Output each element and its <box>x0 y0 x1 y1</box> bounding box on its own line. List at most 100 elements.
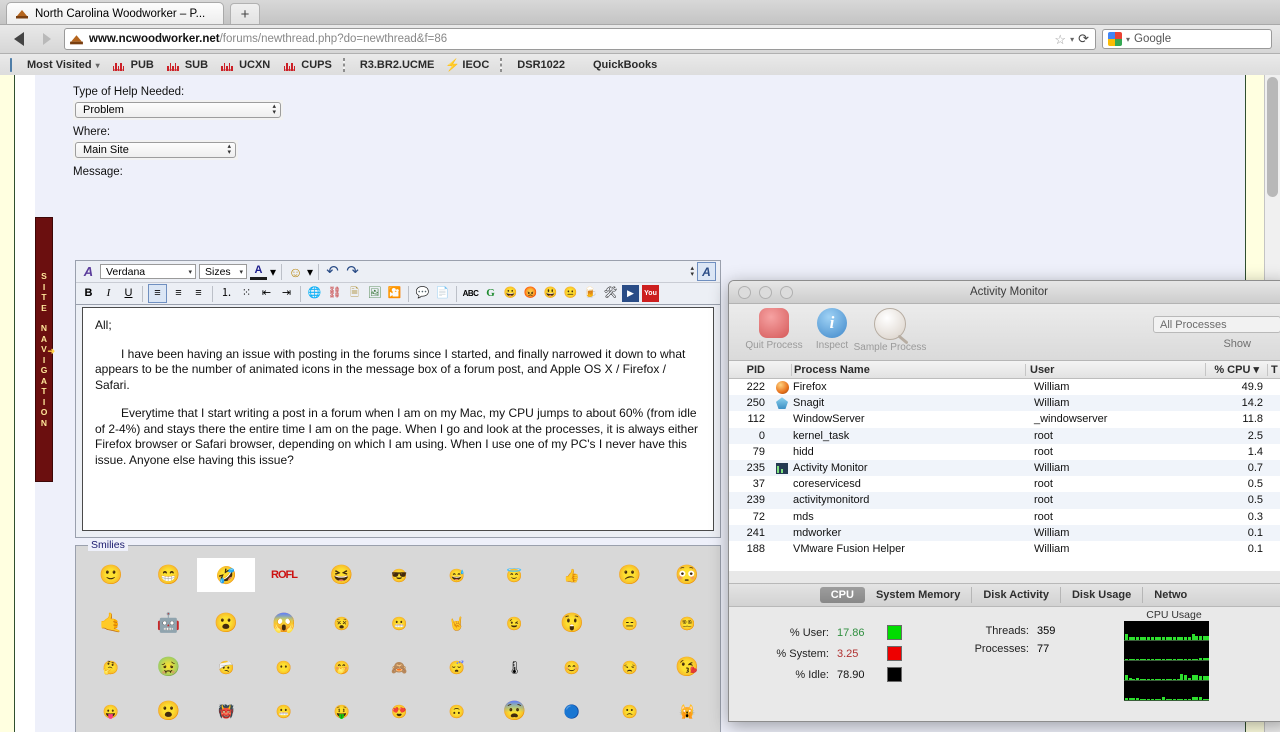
redo-button[interactable]: ↷ <box>344 263 361 280</box>
insert-code-button[interactable]: 📄 <box>434 285 451 302</box>
bold-button[interactable]: B <box>80 285 97 302</box>
smilie-embarrassed[interactable]: 😳 <box>674 562 700 588</box>
new-tab-button[interactable]: + <box>230 3 260 24</box>
smilie-confused-blue[interactable]: 😕 <box>617 562 643 588</box>
smilie-set-1-button[interactable]: 😀 <box>502 285 519 302</box>
smilie-love[interactable]: 😍 <box>386 698 412 724</box>
smilie-green-face[interactable]: 🤑 <box>329 698 355 724</box>
smilie-laugh[interactable]: 😆 <box>329 562 355 588</box>
close-icon[interactable] <box>738 286 751 299</box>
smilie-angel[interactable]: 😇 <box>501 562 527 588</box>
insert-video-button[interactable]: 🎦 <box>386 285 403 302</box>
address-bar[interactable]: www.ncwoodworker.net/forums/newthread.ph… <box>64 28 1096 50</box>
smilie-set-6-button[interactable]: 🛠 <box>602 285 619 302</box>
indent-button[interactable]: ⇥ <box>278 285 295 302</box>
font-size-select[interactable]: Sizes ▾ <box>199 264 247 279</box>
google-button[interactable]: G <box>482 285 499 302</box>
column-header-pid[interactable]: PID <box>729 364 773 376</box>
font-family-select[interactable]: Verdana ▾ <box>100 264 196 279</box>
font-color-button[interactable]: A <box>250 263 267 280</box>
unordered-list-button[interactable]: ⁙ <box>238 285 255 302</box>
smilie-rock-on[interactable]: 🤘 <box>444 610 470 636</box>
bookmark-star-icon[interactable]: ☆ <box>1054 33 1066 46</box>
smilie-set-4-button[interactable]: 😐 <box>562 285 579 302</box>
process-row[interactable]: 112 WindowServer _windowserver 11.8 <box>729 411 1280 427</box>
bookmark-sub[interactable]: cisco SUB <box>161 58 212 72</box>
tab-system-memory[interactable]: System Memory <box>865 587 973 603</box>
insert-image-button[interactable]: 🖼 <box>366 285 383 302</box>
align-right-button[interactable]: ≡ <box>190 285 207 302</box>
sample-process-button[interactable]: Sample Process <box>853 308 927 353</box>
bookmark-quickbooks[interactable]: QuickBooks <box>572 58 661 73</box>
browser-tab[interactable]: North Carolina Woodworker – P... <box>6 2 224 24</box>
smilie-bonk[interactable]: 🤕 <box>213 654 239 680</box>
smilie-sick-green[interactable]: 🤢 <box>155 654 181 680</box>
spellcheck-button[interactable]: ABC <box>462 285 479 302</box>
smilie-blue-shock[interactable]: 😮 <box>213 610 239 636</box>
bookmark-most-visited[interactable]: Most Visited ▾ <box>6 57 104 73</box>
process-row[interactable]: 79 hidd root 1.4 <box>729 444 1280 460</box>
font-color-caret-icon[interactable]: ▾ <box>270 265 276 279</box>
where-select[interactable]: Main Site ▴ ▾ <box>75 142 236 158</box>
smilie-shocked-cat[interactable]: 🙀 <box>674 698 700 724</box>
forward-button[interactable] <box>36 28 58 50</box>
tab-disk-activity[interactable]: Disk Activity <box>972 587 1061 603</box>
smilie-shaking[interactable]: 😵‍💫 <box>674 610 700 636</box>
undo-button[interactable]: ↶ <box>324 263 341 280</box>
back-button[interactable] <box>8 28 30 50</box>
smilie-oops[interactable]: 🤭 <box>329 654 355 680</box>
align-center-button[interactable]: ≡ <box>170 285 187 302</box>
outdent-button[interactable]: ⇤ <box>258 285 275 302</box>
bookmark-r3br2ucme[interactable]: R3.BR2.UCME <box>339 57 439 73</box>
smilie-rofl-text[interactable]: ROFL <box>271 562 298 588</box>
smilie-happy-blue[interactable]: 😊 <box>559 654 585 680</box>
bookmark-ieoc[interactable]: ⚡ IEOC <box>441 58 493 73</box>
smilie-kiss-pink[interactable]: 😘 <box>674 654 700 680</box>
search-bar[interactable]: ▾ Google <box>1102 29 1272 49</box>
smilie-caret-icon[interactable]: ▾ <box>307 265 313 279</box>
activity-monitor-titlebar[interactable]: Activity Monitor <box>729 281 1280 304</box>
zoom-icon[interactable] <box>780 286 793 299</box>
wysiwyg-toggle-button[interactable]: A <box>697 262 716 281</box>
editor-resize-stepper[interactable]: ▴ ▾ <box>690 265 694 278</box>
message-textarea[interactable]: All; I have been having an issue with po… <box>82 307 714 531</box>
play-media-button[interactable]: ▶ <box>622 285 639 302</box>
align-left-button[interactable]: ≡ <box>148 284 167 303</box>
smilie-gasp-pink[interactable]: 😮 <box>155 698 181 724</box>
process-row[interactable]: 235 Activity Monitor William 0.7 <box>729 459 1280 477</box>
bookmark-pub[interactable]: cisco PUB <box>107 58 158 72</box>
process-filter-select[interactable]: All Processes <box>1153 316 1280 333</box>
smilie-picker-button[interactable]: ☺ <box>287 263 304 280</box>
process-row[interactable]: 250 Snagit William 14.2 <box>729 395 1280 412</box>
insert-file-button[interactable]: 🗎 <box>346 285 363 302</box>
smilie-dizzy[interactable]: 😵 <box>329 610 355 636</box>
site-navigation-tab[interactable]: S I T E N A V I G A T I O N ➜ <box>35 217 55 482</box>
smilie-rofl-animated[interactable]: 🤣 <box>197 558 256 592</box>
youtube-button[interactable]: You <box>642 285 659 302</box>
process-row[interactable]: 37 coreservicesd root 0.5 <box>729 476 1280 492</box>
ordered-list-button[interactable]: ⒈ <box>218 285 235 302</box>
smilie-set-2-button[interactable]: 😡 <box>522 285 539 302</box>
tab-disk-usage[interactable]: Disk Usage <box>1061 587 1144 603</box>
process-row[interactable]: 222 Firefox William 49.9 <box>729 379 1280 395</box>
smilie-surprised-orange[interactable]: 😲 <box>559 610 585 636</box>
smilie-monkey[interactable]: 🙈 <box>386 654 412 680</box>
smilie-flat[interactable]: 😑 <box>617 610 643 636</box>
bookmark-ucxn[interactable]: cisco UCXN <box>215 58 274 72</box>
smilie-thermometer[interactable]: 🌡 <box>501 654 527 680</box>
process-row[interactable]: 188 VMware Fusion Helper William 0.1 <box>729 541 1280 557</box>
process-table[interactable]: 222 Firefox William 49.9 250 Snagit William 14.… <box>729 379 1280 571</box>
column-header-cpu[interactable]: % CPU ▾ <box>1205 363 1267 376</box>
column-header-threads[interactable]: T <box>1267 363 1280 376</box>
smilie-think[interactable]: 🤔 <box>98 654 124 680</box>
smilie-robot[interactable]: 🤖 <box>155 610 181 636</box>
smilie-teeth-teal[interactable]: 😬 <box>271 698 297 724</box>
italic-button[interactable]: I <box>100 285 117 302</box>
insert-quote-button[interactable]: 💬 <box>414 285 431 302</box>
scrollbar-thumb[interactable] <box>1267 77 1278 197</box>
remove-link-button[interactable]: ⛓ <box>326 285 343 302</box>
process-row[interactable]: 72 mds root 0.3 <box>729 509 1280 525</box>
underline-button[interactable]: U <box>120 285 137 302</box>
smilie-no-mouth[interactable]: 😶 <box>271 654 297 680</box>
chevron-down-icon[interactable]: ▾ <box>1070 35 1074 44</box>
